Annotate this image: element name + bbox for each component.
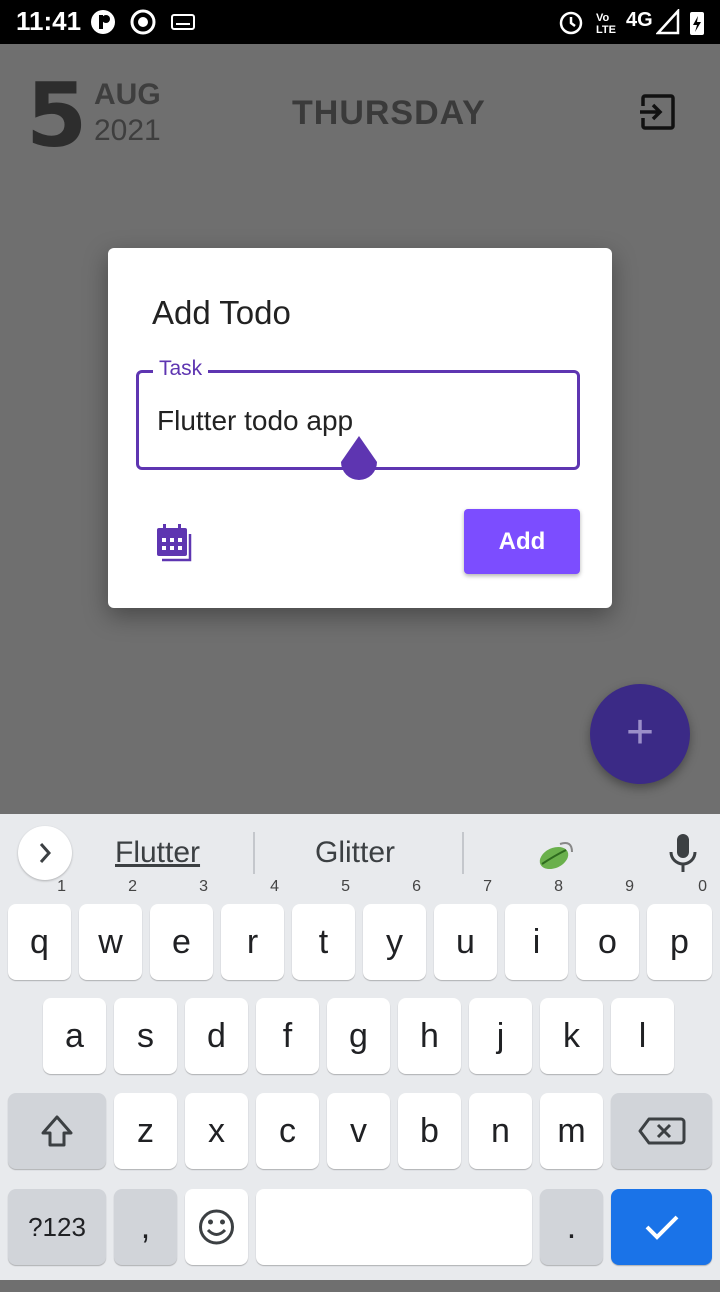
logout-icon[interactable] [636, 90, 680, 134]
key-label: y [386, 923, 403, 961]
key-p[interactable]: p0 [647, 878, 712, 980]
record-icon [130, 9, 156, 35]
key-m[interactable]: m [540, 1093, 603, 1169]
key-q[interactable]: q1 [8, 878, 71, 980]
key-label: q [30, 923, 49, 961]
key-x[interactable]: x [185, 1093, 248, 1169]
key-hint: 3 [199, 878, 208, 895]
key-f[interactable]: f [256, 998, 319, 1074]
shift-icon [41, 1115, 73, 1147]
chevron-right-icon [39, 843, 52, 863]
key-c[interactable]: c [256, 1093, 319, 1169]
enter-key[interactable] [611, 1189, 712, 1265]
key-hint: 5 [341, 878, 350, 895]
microphone-icon[interactable] [666, 832, 700, 874]
key-o[interactable]: o9 [576, 878, 639, 980]
key-label: o [598, 923, 617, 961]
calendar-icon[interactable] [154, 522, 194, 562]
network-type: 4G [626, 9, 653, 31]
date-day: 5 [26, 64, 88, 167]
dialog-title: Add Todo [152, 294, 291, 331]
battery-charging-icon [690, 12, 704, 35]
key-label: e [172, 923, 191, 961]
key-hint: 6 [412, 878, 421, 895]
alarm-icon [559, 11, 583, 35]
expand-toolbar-button[interactable] [18, 826, 72, 880]
suggestion-strip: Flutter Glitter [0, 814, 720, 894]
key-hint: 2 [128, 878, 137, 895]
key-label: t [318, 923, 329, 961]
key-label: u [456, 923, 475, 961]
period-key[interactable]: . [540, 1189, 603, 1265]
svg-text:Vo: Vo [596, 12, 610, 24]
shift-key[interactable] [8, 1093, 106, 1169]
emoji-key[interactable] [185, 1189, 248, 1265]
status-time: 11:41 [16, 6, 82, 36]
key-t[interactable]: t5 [292, 878, 355, 980]
key-w[interactable]: w2 [79, 878, 142, 980]
space-key[interactable] [256, 1189, 532, 1265]
suggestion-2[interactable]: Glitter [315, 836, 395, 870]
key-y[interactable]: y6 [363, 878, 426, 980]
key-b[interactable]: b [398, 1093, 461, 1169]
signal-icon [656, 9, 680, 35]
key-hint: 1 [57, 878, 66, 895]
key-label: w [98, 923, 123, 961]
notification-app-icon [91, 10, 115, 34]
volte-icon: Vo LTE [596, 12, 616, 35]
comma-key[interactable]: , [114, 1189, 177, 1265]
emoji-icon [199, 1209, 234, 1245]
key-n[interactable]: n [469, 1093, 532, 1169]
svg-text:LTE: LTE [596, 24, 616, 35]
key-h[interactable]: h [398, 998, 461, 1074]
checkmark-icon [645, 1215, 679, 1240]
keyboard-icon [171, 14, 195, 30]
key-e[interactable]: e3 [150, 878, 213, 980]
key-hint: 9 [625, 878, 634, 895]
key-u[interactable]: u7 [434, 878, 497, 980]
date-month: AUG [94, 78, 161, 111]
key-k[interactable]: k [540, 998, 603, 1074]
text-cursor-handle-icon[interactable] [338, 434, 380, 484]
symbols-key[interactable]: ?123 [8, 1189, 106, 1265]
date-year: 2021 [94, 114, 161, 147]
date-weekday: THURSDAY [292, 94, 486, 132]
suggestion-divider [253, 832, 255, 874]
key-j[interactable]: j [469, 998, 532, 1074]
key-l[interactable]: l [611, 998, 674, 1074]
add-todo-dialog: Add Todo Task Flutter todo app Add [108, 248, 612, 608]
key-hint: 8 [554, 878, 563, 895]
status-bar: 11:41 Vo LTE 4G [0, 0, 720, 44]
key-hint: 0 [698, 878, 707, 895]
key-d[interactable]: d [185, 998, 248, 1074]
key-g[interactable]: g [327, 998, 390, 1074]
key-i[interactable]: i8 [505, 878, 568, 980]
key-label: r [246, 923, 259, 961]
keyboard: Flutter Glitter q1 w2 e3 r4 t5 y6 u7 i8 … [0, 814, 720, 1280]
key-s[interactable]: s [114, 998, 177, 1074]
backspace-icon [638, 1117, 686, 1145]
suggestion-1[interactable]: Flutter [115, 836, 200, 870]
key-r[interactable]: r4 [221, 878, 284, 980]
key-hint: 4 [270, 878, 279, 895]
key-z[interactable]: z [114, 1093, 177, 1169]
task-value[interactable]: Flutter todo app [157, 405, 353, 437]
task-label: Task [153, 357, 209, 381]
key-label: p [670, 923, 689, 961]
suggestion-divider [462, 832, 464, 874]
key-v[interactable]: v [327, 1093, 390, 1169]
add-todo-fab[interactable]: + [590, 684, 690, 784]
key-label: i [532, 923, 541, 961]
leaf-emoji-icon[interactable] [536, 834, 576, 874]
backspace-key[interactable] [611, 1093, 712, 1169]
key-a[interactable]: a [43, 998, 106, 1074]
key-hint: 7 [483, 878, 492, 895]
add-button[interactable]: Add [464, 509, 580, 574]
